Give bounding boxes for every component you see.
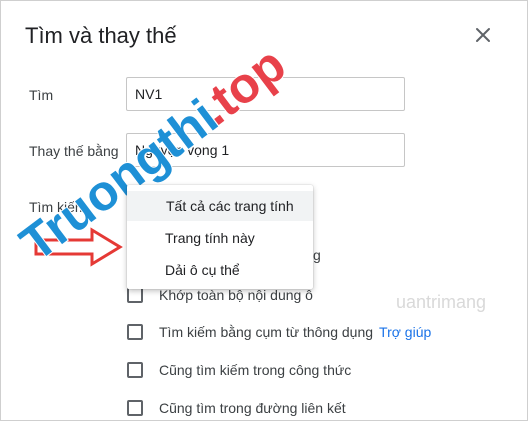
find-replace-dialog: Tìm và thay thế Tìm Thay thế bằng Tìm ki… bbox=[0, 0, 528, 421]
match-entire-label: Khớp toàn bộ nội dung ô bbox=[159, 287, 313, 303]
regex-label: Tìm kiếm bằng cụm từ thông dụng bbox=[159, 324, 374, 340]
help-link[interactable]: Trợ giúp bbox=[379, 324, 431, 340]
option-regex: Tìm kiếm bằng cụm từ thông dụng Trợ giúp bbox=[127, 322, 467, 344]
match-case-label: g bbox=[313, 247, 321, 263]
dropdown-option-all-sheets[interactable]: Tất cả các trang tính bbox=[127, 191, 313, 221]
links-label: Cũng tìm trong đường liên kết bbox=[159, 400, 346, 416]
find-label: Tìm bbox=[29, 87, 54, 103]
search-scope-dropdown: Tất cả các trang tính Trang tính này Dải… bbox=[127, 185, 313, 289]
dialog-title: Tìm và thay thế bbox=[25, 23, 177, 48]
formulas-checkbox[interactable] bbox=[127, 362, 143, 378]
match-entire-checkbox[interactable] bbox=[127, 287, 143, 303]
replace-label: Thay thế bằng bbox=[29, 143, 119, 159]
search-label: Tìm kiếm bbox=[29, 199, 87, 215]
find-input[interactable] bbox=[126, 77, 405, 111]
dropdown-option-range[interactable]: Dải ô cụ thể bbox=[127, 255, 313, 285]
close-icon[interactable] bbox=[471, 23, 495, 47]
formulas-label: Cũng tìm kiếm trong công thức bbox=[159, 362, 352, 378]
regex-checkbox[interactable] bbox=[127, 324, 143, 340]
option-links: Cũng tìm trong đường liên kết bbox=[127, 398, 427, 420]
replace-input[interactable] bbox=[126, 133, 405, 167]
option-formulas: Cũng tìm kiếm trong công thức bbox=[127, 360, 427, 382]
links-checkbox[interactable] bbox=[127, 400, 143, 416]
red-arrow-icon bbox=[34, 227, 123, 267]
dropdown-option-this-sheet[interactable]: Trang tính này bbox=[127, 223, 313, 253]
